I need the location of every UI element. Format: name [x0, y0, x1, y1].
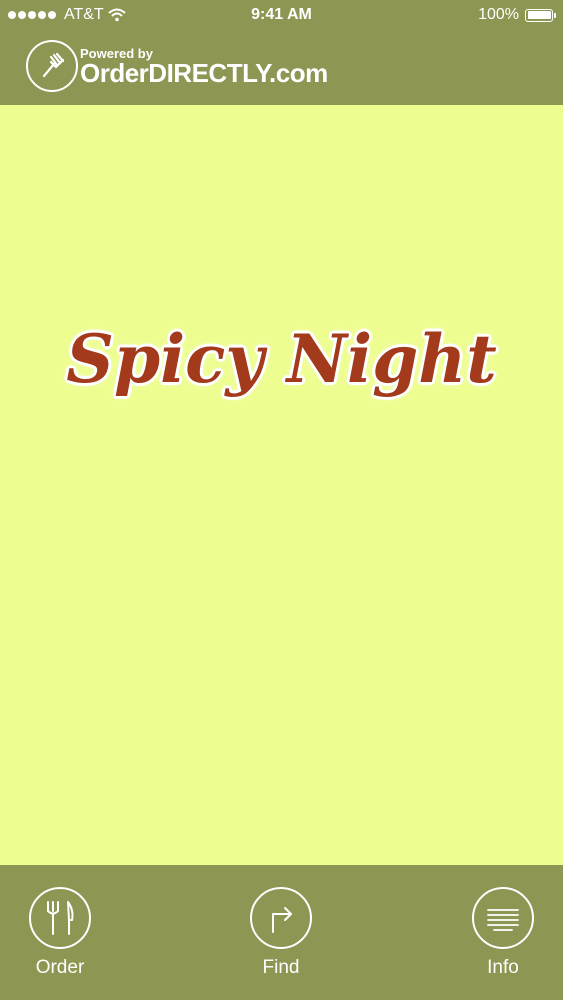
tab-order[interactable]: Order: [0, 887, 120, 979]
brand-text: Powered by OrderDIRECTLY.com: [80, 47, 328, 86]
restaurant-name: Spicy Night: [66, 320, 497, 398]
status-right: 100%: [478, 6, 556, 24]
app-header: AT&T 9:41 AM 100% Powered by OrderDIRECT…: [0, 0, 563, 105]
directions-icon: [250, 887, 312, 949]
menu-lines-icon: [472, 887, 534, 949]
brand-name: OrderDIRECTLY.com: [80, 57, 328, 88]
cutlery-icon: [29, 887, 91, 949]
splash-content: Spicy Night: [0, 105, 563, 865]
tab-bar: Order Find Info: [0, 865, 563, 1000]
battery-icon: [525, 8, 556, 22]
battery-percentage: 100%: [478, 6, 519, 23]
battery-level: [527, 11, 551, 19]
tab-order-label: Order: [35, 957, 85, 978]
tab-info[interactable]: Info: [443, 887, 563, 979]
tab-find-label: Find: [262, 957, 300, 978]
tab-find[interactable]: Find: [221, 887, 341, 979]
fork-icon: [26, 40, 78, 92]
status-bar: AT&T 9:41 AM 100%: [0, 0, 563, 30]
tab-info-label: Info: [487, 957, 519, 978]
brand-logo-link[interactable]: Powered by OrderDIRECTLY.com: [26, 40, 328, 92]
